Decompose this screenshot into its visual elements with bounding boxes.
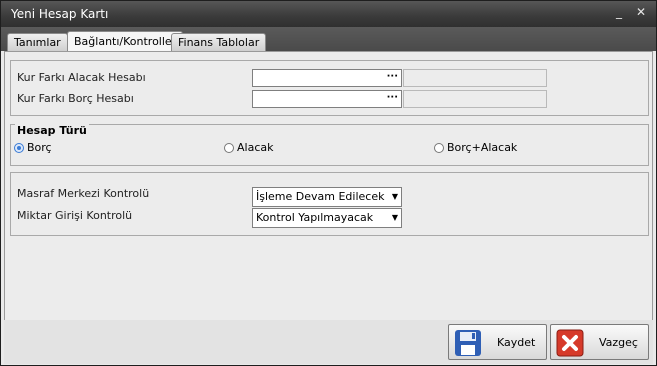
radio-unselected-icon [224, 142, 234, 153]
tab-label: Bağlantı/Kontroller [74, 35, 177, 48]
hesap-turu-title: Hesap Türü [15, 124, 89, 137]
radio-label: Borç+Alacak [447, 141, 518, 154]
kur-farki-borc-description [403, 90, 547, 108]
radio-borc[interactable]: Borç [14, 141, 52, 154]
kur-farki-alacak-input[interactable]: ··· [252, 69, 402, 87]
accounts-panel: Kur Farkı Alacak Hesabı ··· Kur Farkı Bo… [10, 60, 649, 116]
radio-borc-alacak[interactable]: Borç+Alacak [434, 141, 517, 154]
chevron-down-icon: ▼ [391, 192, 398, 201]
radio-label: Alacak [237, 141, 274, 154]
cancel-button[interactable]: Vazgeç [550, 324, 649, 360]
radio-alacak[interactable]: Alacak [224, 141, 273, 154]
tab-strip: Tanımlar Bağlantı/Kontroller Finans Tabl… [1, 27, 656, 52]
tab-label: Tanımlar [14, 36, 61, 49]
select-value: Kontrol Yapılmayacak [256, 211, 374, 224]
radio-selected-icon [14, 142, 24, 153]
select-value: İşleme Devam Edilecek [256, 190, 385, 203]
cancel-label: Vazgeç [599, 336, 638, 349]
hesap-turu-group: Hesap Türü Borç Alacak Borç+Alacak [10, 124, 649, 166]
radio-label: Borç [27, 141, 52, 154]
tab-finans-tablolar[interactable]: Finans Tablolar [171, 33, 267, 51]
tab-label: Finans Tablolar [178, 36, 260, 49]
masraf-merkezi-label: Masraf Merkezi Kontrolü [17, 187, 150, 200]
masraf-merkezi-select[interactable]: İşleme Devam Edilecek ▼ [252, 187, 402, 207]
floppy-disk-icon [455, 330, 481, 356]
minimize-button[interactable]: _ [611, 4, 627, 20]
tab-content: Kur Farkı Alacak Hesabı ··· Kur Farkı Bo… [4, 51, 653, 321]
tab-baglanti-kontroller[interactable]: Bağlantı/Kontroller [67, 31, 184, 52]
radio-unselected-icon [434, 142, 444, 153]
close-x-icon [556, 329, 584, 357]
miktar-girisi-select[interactable]: Kontrol Yapılmayacak ▼ [252, 208, 402, 228]
close-button[interactable]: ✕ [633, 4, 649, 20]
button-bar: Kaydet Vazgeç [4, 320, 653, 364]
title-bar: Yeni Hesap Kartı _ ✕ [1, 1, 656, 27]
dialog-window: Yeni Hesap Kartı _ ✕ Tanımlar Bağlantı/K… [0, 0, 657, 366]
kur-farki-borc-input[interactable]: ··· [252, 90, 402, 108]
kur-farki-alacak-label: Kur Farkı Alacak Hesabı [17, 71, 146, 84]
kur-farki-alacak-description [403, 69, 547, 87]
ellipsis-icon[interactable]: ··· [387, 91, 398, 105]
ellipsis-icon[interactable]: ··· [387, 70, 398, 84]
save-label: Kaydet [497, 336, 536, 349]
controls-panel: Masraf Merkezi Kontrolü İşleme Devam Edi… [10, 172, 649, 236]
save-button[interactable]: Kaydet [448, 324, 547, 360]
miktar-girisi-label: Miktar Girişi Kontrolü [17, 209, 133, 222]
chevron-down-icon: ▼ [391, 213, 398, 222]
window-title: Yeni Hesap Kartı [11, 7, 109, 21]
kur-farki-borc-label: Kur Farkı Borç Hesabı [17, 92, 134, 105]
tab-tanimlar[interactable]: Tanımlar [7, 33, 68, 51]
